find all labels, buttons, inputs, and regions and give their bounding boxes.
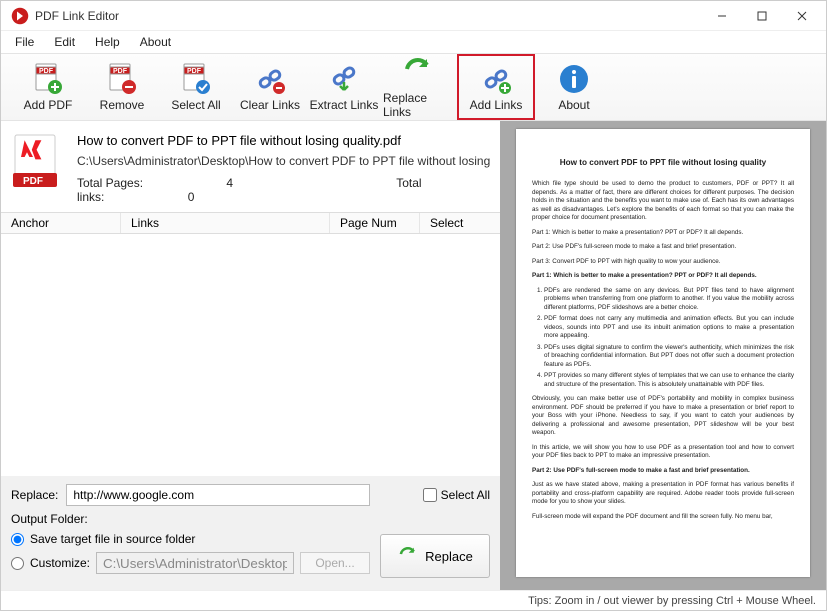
bottom-controls: Replace: Select All Output Folder: Save … (1, 476, 500, 590)
replace-links-icon (401, 55, 435, 89)
replace-button[interactable]: Replace (380, 534, 490, 578)
select-all-input[interactable] (423, 488, 437, 502)
svg-text:PDF: PDF (39, 68, 54, 75)
file-info: PDF How to convert PDF to PPT file witho… (1, 121, 500, 212)
pdf-add-icon: PDF (31, 62, 65, 96)
toolbar: PDF Add PDF PDF Remove PDF Select All Cl… (1, 53, 826, 121)
list-header: Anchor Links Page Num Select (1, 212, 500, 234)
radio-customize[interactable]: Customize: Open... (11, 552, 370, 574)
menubar: File Edit Help About (1, 31, 826, 53)
close-button[interactable] (782, 1, 822, 31)
toolbar-label: Extract Links (310, 98, 379, 112)
menu-help[interactable]: Help (95, 35, 120, 49)
file-path: C:\Users\Administrator\Desktop\How to co… (77, 154, 492, 168)
radio-source-input[interactable] (11, 533, 24, 546)
radio-customize-input[interactable] (11, 557, 24, 570)
add-links-button[interactable]: Add Links (457, 54, 535, 120)
pdf-thumbnail-icon: PDF (9, 133, 67, 191)
add-pdf-button[interactable]: PDF Add PDF (13, 56, 83, 118)
col-select[interactable]: Select (420, 213, 500, 233)
file-name: How to convert PDF to PPT file without l… (77, 133, 492, 148)
window-title: PDF Link Editor (35, 9, 702, 23)
preview-page: How to convert PDF to PPT file without l… (516, 129, 810, 577)
list-body (1, 234, 500, 476)
menu-file[interactable]: File (15, 35, 34, 49)
extract-links-button[interactable]: Extract Links (309, 56, 379, 118)
pdf-remove-icon: PDF (105, 62, 139, 96)
pdf-selectall-icon: PDF (179, 62, 213, 96)
about-button[interactable]: About (539, 56, 609, 118)
status-tip: Tips: Zoom in / out viewer by pressing C… (528, 595, 816, 607)
toolbar-label: Replace Links (383, 91, 453, 119)
remove-button[interactable]: PDF Remove (87, 56, 157, 118)
toolbar-label: About (558, 98, 589, 112)
col-anchor[interactable]: Anchor (1, 213, 121, 233)
svg-text:PDF: PDF (113, 68, 128, 75)
preview-title: How to convert PDF to PPT file without l… (532, 157, 794, 168)
select-all-checkbox[interactable]: Select All (380, 488, 490, 502)
info-icon (557, 62, 591, 96)
content: PDF How to convert PDF to PPT file witho… (1, 121, 826, 590)
menu-about[interactable]: About (140, 35, 171, 49)
replace-label: Replace: (11, 488, 58, 502)
preview-pane[interactable]: How to convert PDF to PPT file without l… (500, 121, 826, 590)
open-button: Open... (300, 552, 370, 574)
select-all-button[interactable]: PDF Select All (161, 56, 231, 118)
toolbar-label: Add Links (470, 98, 523, 112)
svg-text:PDF: PDF (187, 68, 202, 75)
col-links[interactable]: Links (121, 213, 330, 233)
col-page-num[interactable]: Page Num (330, 213, 420, 233)
app-icon (11, 7, 29, 25)
left-pane: PDF How to convert PDF to PPT file witho… (1, 121, 500, 590)
radio-source-folder[interactable]: Save target file in source folder (11, 532, 370, 546)
extract-links-icon (327, 62, 361, 96)
toolbar-label: Select All (171, 98, 220, 112)
toolbar-label: Add PDF (24, 98, 73, 112)
add-links-icon (479, 62, 513, 96)
toolbar-label: Clear Links (240, 98, 300, 112)
toolbar-label: Remove (100, 98, 145, 112)
statusbar: Tips: Zoom in / out viewer by pressing C… (1, 590, 826, 610)
output-folder-label: Output Folder: (11, 512, 490, 526)
replace-input[interactable] (66, 484, 370, 506)
total-pages: Total Pages: 4 (77, 176, 313, 190)
minimize-button[interactable] (702, 1, 742, 31)
replace-links-button[interactable]: Replace Links (383, 56, 453, 118)
svg-text:PDF: PDF (23, 176, 43, 187)
customize-path-input (96, 552, 294, 574)
menu-edit[interactable]: Edit (54, 35, 75, 49)
clear-links-button[interactable]: Clear Links (235, 56, 305, 118)
maximize-button[interactable] (742, 1, 782, 31)
titlebar: PDF Link Editor (1, 1, 826, 31)
clear-links-icon (253, 62, 287, 96)
